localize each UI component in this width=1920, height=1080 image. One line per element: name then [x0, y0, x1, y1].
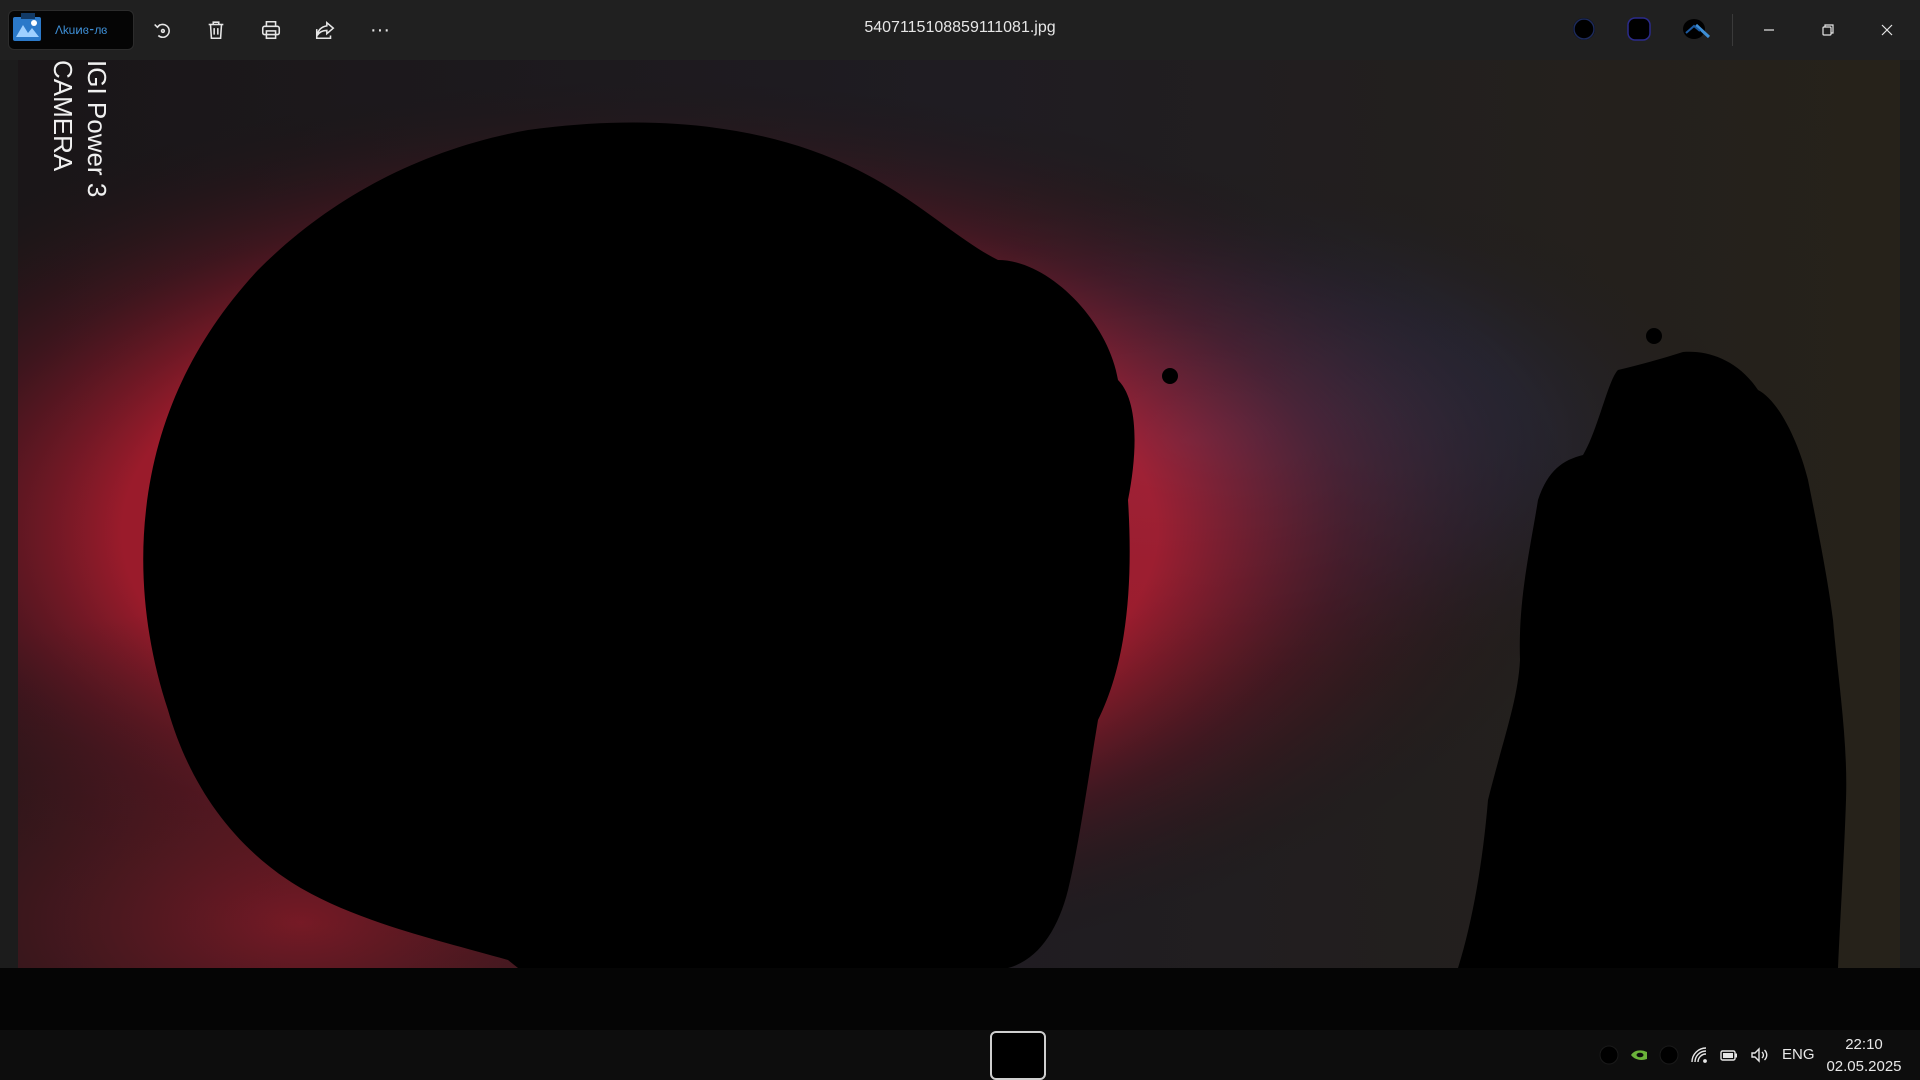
nvidia-tray[interactable] — [1628, 1044, 1650, 1066]
taskbar-clock[interactable]: 22:10 02.05.2025 — [1818, 1034, 1910, 1078]
print-button[interactable] — [253, 12, 289, 48]
clock-time: 22:10 — [1845, 1036, 1883, 1053]
watermark-line-2: CAMERA — [48, 60, 78, 172]
volume-icon — [1751, 1047, 1768, 1063]
battery-status[interactable] — [1718, 1044, 1740, 1066]
rotate-button[interactable] — [144, 12, 180, 48]
delete-button[interactable] — [198, 12, 234, 48]
system-tray — [1598, 1042, 1688, 1068]
printer-icon — [261, 20, 281, 40]
share-button[interactable] — [307, 12, 343, 48]
battery-icon — [1720, 1050, 1737, 1061]
dark-dot — [1162, 368, 1178, 384]
photo-viewer[interactable] — [18, 60, 1900, 968]
dark-dot-right — [1646, 328, 1662, 344]
photo-image — [18, 60, 1900, 968]
title-bar: Ʌkuͷɞ⁃лɞ ··· 5407115108859111081.jpg — [0, 0, 1920, 60]
share-icon — [315, 20, 335, 40]
status-icons[interactable] — [1688, 1042, 1778, 1068]
app-badge-label: Ʌkuͷɞ⁃лɞ — [55, 23, 108, 37]
app-badge[interactable]: Ʌkuͷɞ⁃лɞ — [8, 10, 134, 50]
rotate-icon — [154, 23, 170, 38]
wifi-status[interactable] — [1688, 1044, 1710, 1066]
more-icon: ··· — [370, 18, 390, 41]
taskbar-active-app[interactable] — [990, 1031, 1046, 1080]
tray-app-3[interactable] — [1658, 1044, 1680, 1066]
input-language[interactable]: ENG — [1782, 1046, 1815, 1063]
clock-date: 02.05.2025 — [1826, 1058, 1902, 1075]
trash-icon — [208, 21, 224, 40]
tray-circle-icon — [1599, 1045, 1619, 1065]
filmstrip-area — [0, 968, 1920, 1030]
minimize-icon — [1764, 29, 1774, 31]
favorite-icon[interactable] — [1682, 17, 1712, 41]
edit-icon[interactable] — [1572, 17, 1596, 41]
tray-app-1[interactable] — [1598, 1044, 1620, 1066]
draw-icon[interactable] — [1627, 17, 1651, 41]
more-options-button[interactable]: ··· — [362, 12, 398, 48]
close-icon — [1881, 24, 1893, 36]
watermark-line-1: IGI Power 3 — [82, 60, 112, 198]
file-name-title: 5407115108859111081.jpg — [864, 19, 1056, 36]
toolbar-divider — [1732, 14, 1733, 46]
close-button[interactable] — [1864, 10, 1910, 50]
photos-app-window: Ʌkuͷɞ⁃лɞ ··· 5407115108859111081.jpg IGI… — [0, 0, 1920, 1080]
nvidia-icon — [1631, 1050, 1647, 1060]
maximize-button[interactable] — [1805, 10, 1851, 50]
volume-status[interactable] — [1748, 1044, 1770, 1066]
app-logo-icon — [13, 13, 41, 41]
tray-circle-icon — [1659, 1045, 1679, 1065]
minimize-button[interactable] — [1746, 10, 1792, 50]
wifi-icon — [1691, 1047, 1707, 1063]
restore-icon — [1822, 24, 1834, 36]
camera-watermark: IGI Power 3 CAMERA — [46, 60, 114, 197]
